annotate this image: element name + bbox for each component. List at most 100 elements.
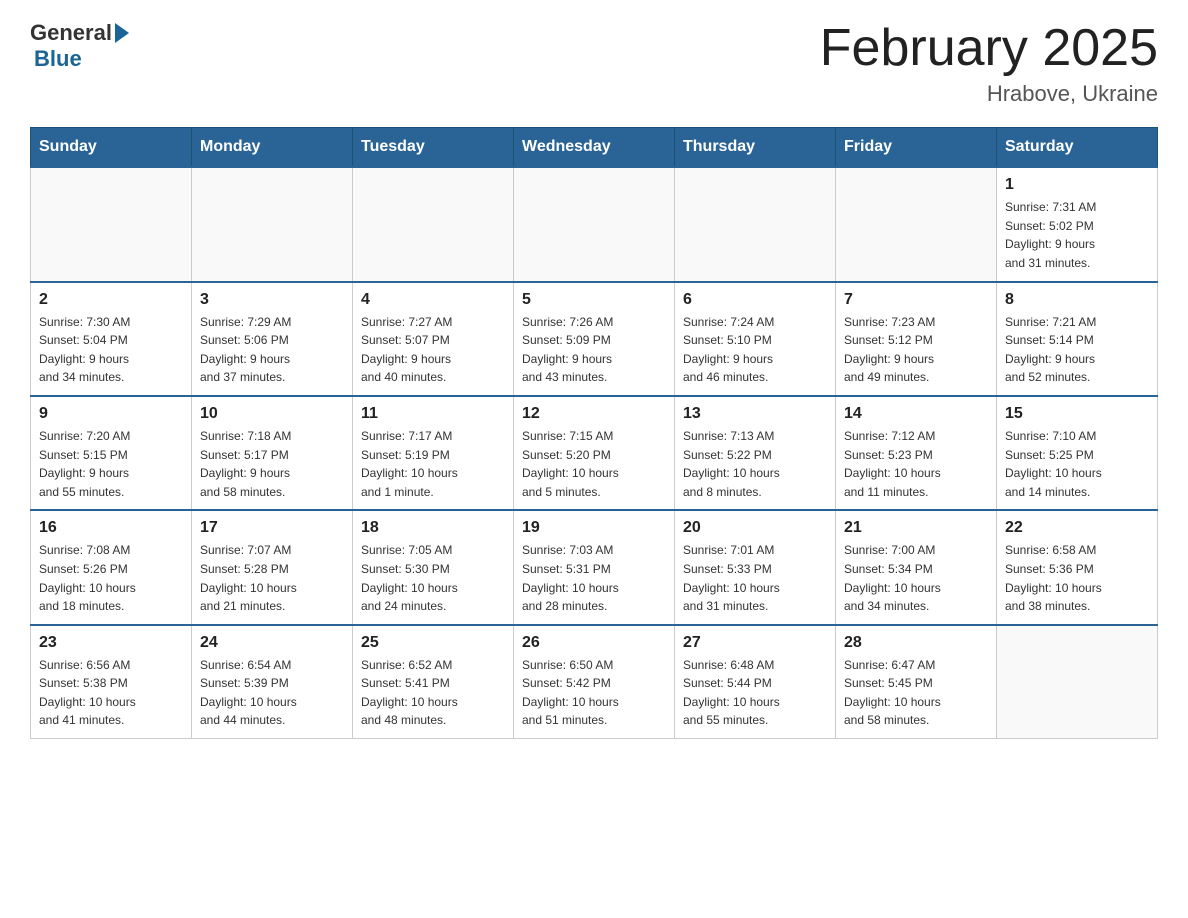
day-number: 16 (39, 519, 183, 537)
logo-blue-text: Blue (34, 46, 82, 72)
day-number: 25 (361, 634, 505, 652)
calendar-cell: 21 Sunrise: 7:00 AMSunset: 5:34 PMDayligh… (836, 510, 997, 624)
calendar-cell: 14 Sunrise: 7:12 AMSunset: 5:23 PMDayligh… (836, 396, 997, 510)
day-info: Sunrise: 7:29 AMSunset: 5:06 PMDaylight:… (200, 313, 344, 387)
day-number: 9 (39, 405, 183, 423)
calendar-cell (514, 167, 675, 281)
calendar-cell: 23 Sunrise: 6:56 AMSunset: 5:38 PMDayligh… (31, 625, 192, 739)
day-info: Sunrise: 6:48 AMSunset: 5:44 PMDaylight:… (683, 656, 827, 730)
day-number: 15 (1005, 405, 1149, 423)
day-info: Sunrise: 7:31 AMSunset: 5:02 PMDaylight:… (1005, 198, 1149, 272)
calendar-cell: 26Sunrise: 6:50 AMSunset: 5:42 PMDayligh… (514, 625, 675, 739)
weekday-header-monday: Monday (192, 128, 353, 168)
day-info: Sunrise: 7:07 AMSunset: 5:28 PMDaylight:… (200, 541, 344, 615)
day-info: Sunrise: 7:26 AMSunset: 5:09 PMDaylight:… (522, 313, 666, 387)
day-info: Sunrise: 7:08 AMSunset: 5:26 PMDaylight:… (39, 541, 183, 615)
day-number: 3 (200, 291, 344, 309)
calendar-cell (192, 167, 353, 281)
calendar-cell: 18 Sunrise: 7:05 AMSunset: 5:30 PMDayligh… (353, 510, 514, 624)
day-info: Sunrise: 7:01 AMSunset: 5:33 PMDaylight:… (683, 541, 827, 615)
day-info: Sunrise: 7:05 AMSunset: 5:30 PMDaylight:… (361, 541, 505, 615)
day-info: Sunrise: 7:17 AMSunset: 5:19 PMDaylight:… (361, 427, 505, 501)
calendar-cell: 15 Sunrise: 7:10 AMSunset: 5:25 PMDayligh… (997, 396, 1158, 510)
week-row-2: 2Sunrise: 7:30 AMSunset: 5:04 PMDaylight… (31, 282, 1158, 396)
day-number: 12 (522, 405, 666, 423)
logo-general-text: General (30, 20, 112, 46)
day-number: 17 (200, 519, 344, 537)
calendar-cell: 19 Sunrise: 7:03 AMSunset: 5:31 PMDayligh… (514, 510, 675, 624)
calendar-cell: 27 Sunrise: 6:48 AMSunset: 5:44 PMDayligh… (675, 625, 836, 739)
calendar-cell: 11 Sunrise: 7:17 AMSunset: 5:19 PMDayligh… (353, 396, 514, 510)
logo: General Blue (30, 20, 129, 72)
day-info: Sunrise: 6:58 AMSunset: 5:36 PMDaylight:… (1005, 541, 1149, 615)
calendar-cell (353, 167, 514, 281)
calendar-cell: 5Sunrise: 7:26 AMSunset: 5:09 PMDaylight… (514, 282, 675, 396)
week-row-3: 9 Sunrise: 7:20 AMSunset: 5:15 PMDaylight… (31, 396, 1158, 510)
day-number: 10 (200, 405, 344, 423)
day-number: 1 (1005, 176, 1149, 194)
day-number: 28 (844, 634, 988, 652)
day-number: 11 (361, 405, 505, 423)
calendar-cell: 22 Sunrise: 6:58 AMSunset: 5:36 PMDayligh… (997, 510, 1158, 624)
day-info: Sunrise: 7:24 AMSunset: 5:10 PMDaylight:… (683, 313, 827, 387)
calendar-cell: 8 Sunrise: 7:21 AMSunset: 5:14 PMDaylight… (997, 282, 1158, 396)
weekday-header-tuesday: Tuesday (353, 128, 514, 168)
day-number: 19 (522, 519, 666, 537)
week-row-1: 1 Sunrise: 7:31 AMSunset: 5:02 PMDaylight… (31, 167, 1158, 281)
calendar-table: SundayMondayTuesdayWednesdayThursdayFrid… (30, 127, 1158, 739)
day-number: 23 (39, 634, 183, 652)
weekday-header-row: SundayMondayTuesdayWednesdayThursdayFrid… (31, 128, 1158, 168)
calendar-cell: 20 Sunrise: 7:01 AMSunset: 5:33 PMDayligh… (675, 510, 836, 624)
day-info: Sunrise: 6:54 AMSunset: 5:39 PMDaylight:… (200, 656, 344, 730)
day-number: 26 (522, 634, 666, 652)
calendar-cell: 4 Sunrise: 7:27 AMSunset: 5:07 PMDaylight… (353, 282, 514, 396)
day-number: 14 (844, 405, 988, 423)
week-row-4: 16 Sunrise: 7:08 AMSunset: 5:26 PMDayligh… (31, 510, 1158, 624)
day-number: 24 (200, 634, 344, 652)
weekday-header-saturday: Saturday (997, 128, 1158, 168)
day-number: 20 (683, 519, 827, 537)
logo-arrow-icon (115, 23, 129, 43)
calendar-cell: 28Sunrise: 6:47 AMSunset: 5:45 PMDayligh… (836, 625, 997, 739)
day-info: Sunrise: 7:27 AMSunset: 5:07 PMDaylight:… (361, 313, 505, 387)
day-info: Sunrise: 7:18 AMSunset: 5:17 PMDaylight:… (200, 427, 344, 501)
weekday-header-thursday: Thursday (675, 128, 836, 168)
day-number: 8 (1005, 291, 1149, 309)
calendar-cell: 9 Sunrise: 7:20 AMSunset: 5:15 PMDaylight… (31, 396, 192, 510)
calendar-cell: 7Sunrise: 7:23 AMSunset: 5:12 PMDaylight… (836, 282, 997, 396)
calendar-cell: 3 Sunrise: 7:29 AMSunset: 5:06 PMDaylight… (192, 282, 353, 396)
weekday-header-wednesday: Wednesday (514, 128, 675, 168)
day-number: 18 (361, 519, 505, 537)
calendar-cell: 1 Sunrise: 7:31 AMSunset: 5:02 PMDaylight… (997, 167, 1158, 281)
day-info: Sunrise: 7:20 AMSunset: 5:15 PMDaylight:… (39, 427, 183, 501)
day-number: 21 (844, 519, 988, 537)
calendar-cell (675, 167, 836, 281)
day-number: 6 (683, 291, 827, 309)
day-number: 22 (1005, 519, 1149, 537)
day-info: Sunrise: 6:56 AMSunset: 5:38 PMDaylight:… (39, 656, 183, 730)
day-info: Sunrise: 7:12 AMSunset: 5:23 PMDaylight:… (844, 427, 988, 501)
day-info: Sunrise: 7:00 AMSunset: 5:34 PMDaylight:… (844, 541, 988, 615)
day-info: Sunrise: 7:10 AMSunset: 5:25 PMDaylight:… (1005, 427, 1149, 501)
calendar-cell: 25 Sunrise: 6:52 AMSunset: 5:41 PMDayligh… (353, 625, 514, 739)
weekday-header-friday: Friday (836, 128, 997, 168)
day-info: Sunrise: 7:30 AMSunset: 5:04 PMDaylight:… (39, 313, 183, 387)
calendar-cell: 10 Sunrise: 7:18 AMSunset: 5:17 PMDayligh… (192, 396, 353, 510)
calendar-cell (31, 167, 192, 281)
calendar-cell (997, 625, 1158, 739)
day-info: Sunrise: 6:52 AMSunset: 5:41 PMDaylight:… (361, 656, 505, 730)
weekday-header-sunday: Sunday (31, 128, 192, 168)
day-number: 7 (844, 291, 988, 309)
calendar-cell: 16 Sunrise: 7:08 AMSunset: 5:26 PMDayligh… (31, 510, 192, 624)
day-number: 27 (683, 634, 827, 652)
calendar-cell: 13 Sunrise: 7:13 AMSunset: 5:22 PMDayligh… (675, 396, 836, 510)
day-number: 13 (683, 405, 827, 423)
calendar-cell: 12Sunrise: 7:15 AMSunset: 5:20 PMDayligh… (514, 396, 675, 510)
week-row-5: 23 Sunrise: 6:56 AMSunset: 5:38 PMDayligh… (31, 625, 1158, 739)
day-number: 4 (361, 291, 505, 309)
day-info: Sunrise: 7:21 AMSunset: 5:14 PMDaylight:… (1005, 313, 1149, 387)
title-area: February 2025 Hrabove, Ukraine (820, 20, 1158, 107)
calendar-title: February 2025 (820, 20, 1158, 77)
day-info: Sunrise: 7:03 AMSunset: 5:31 PMDaylight:… (522, 541, 666, 615)
day-info: Sunrise: 7:13 AMSunset: 5:22 PMDaylight:… (683, 427, 827, 501)
